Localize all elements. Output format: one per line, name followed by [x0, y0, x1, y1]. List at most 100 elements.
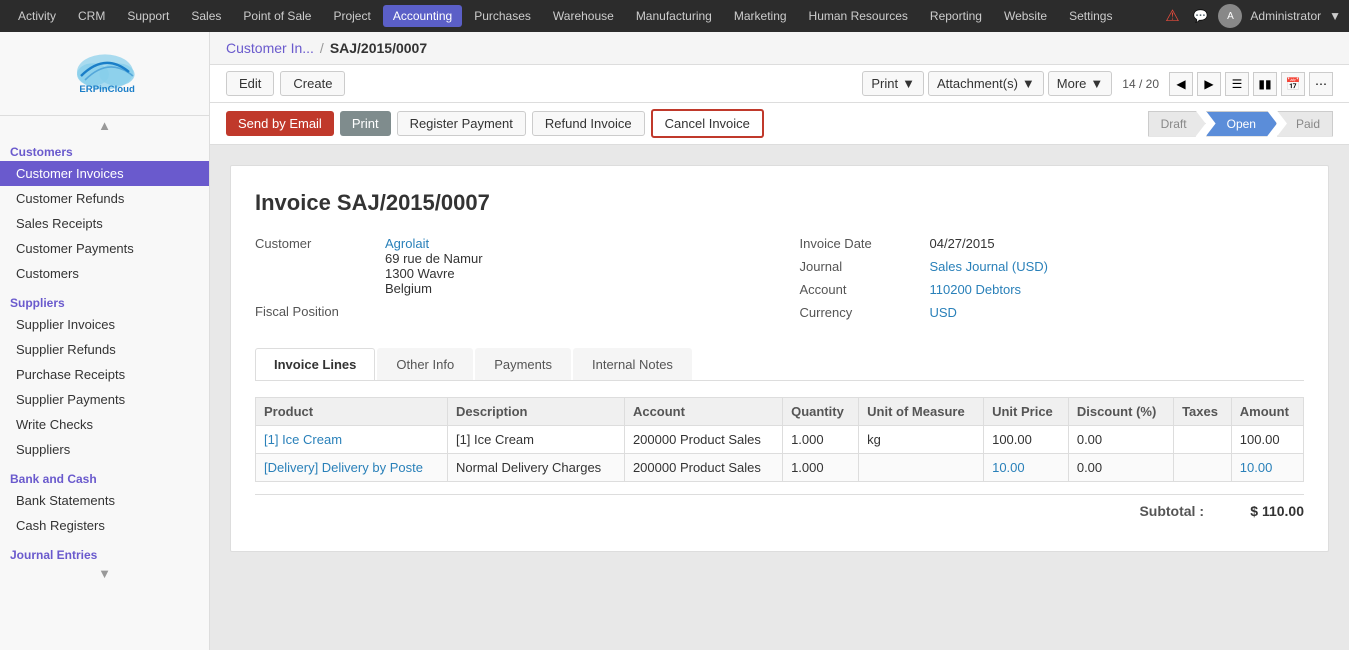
toolbar: Edit Create Print ▼ Attachment(s) ▼ More… [210, 65, 1349, 103]
sidebar-item-bank-statements[interactable]: Bank Statements [0, 488, 209, 513]
row1-product[interactable]: [1] Ice Cream [264, 432, 342, 447]
nav-item-activity[interactable]: Activity [8, 5, 66, 27]
nav-item-marketing[interactable]: Marketing [724, 5, 797, 27]
register-payment-button[interactable]: Register Payment [397, 111, 526, 136]
nav-item-project[interactable]: Project [323, 5, 380, 27]
row2-product[interactable]: [Delivery] Delivery by Poste [264, 460, 423, 475]
nav-item-sales[interactable]: Sales [181, 5, 231, 27]
subtotal-row: Subtotal : $ 110.00 [255, 494, 1304, 527]
row2-quantity: 1.000 [783, 454, 859, 482]
admin-dropdown-icon[interactable]: ▼ [1329, 9, 1341, 23]
more-dropdown-button[interactable]: More ▼ [1048, 71, 1113, 96]
attachments-dropdown-icon: ▼ [1022, 76, 1035, 91]
subtotal-value: $ 110.00 [1224, 503, 1304, 519]
print-dropdown-button[interactable]: Print ▼ [862, 71, 924, 96]
sidebar-section-bank: Bank and Cash [0, 466, 209, 488]
create-button[interactable]: Create [280, 71, 345, 96]
col-account: Account [624, 398, 782, 426]
sidebar-item-purchase-receipts[interactable]: Purchase Receipts [0, 362, 209, 387]
nav-item-crm[interactable]: CRM [68, 5, 115, 27]
sidebar-item-customer-invoices[interactable]: Customer Invoices [0, 161, 209, 186]
tab-invoice-lines[interactable]: Invoice Lines [255, 348, 375, 380]
row2-unit-price[interactable]: 10.00 [992, 460, 1025, 475]
sidebar-item-supplier-refunds[interactable]: Supplier Refunds [0, 337, 209, 362]
journal-value[interactable]: Sales Journal (USD) [930, 259, 1049, 274]
sidebar-section-suppliers: Suppliers [0, 290, 209, 312]
col-taxes: Taxes [1174, 398, 1232, 426]
col-quantity: Quantity [783, 398, 859, 426]
print-dropdown-icon: ▼ [902, 76, 915, 91]
sidebar-item-cash-registers[interactable]: Cash Registers [0, 513, 209, 538]
fiscal-position-label: Fiscal Position [255, 304, 385, 319]
nav-item-support[interactable]: Support [117, 5, 179, 27]
col-amount: Amount [1231, 398, 1303, 426]
chat-icon[interactable]: 💬 [1190, 6, 1210, 26]
sidebar-item-sales-receipts[interactable]: Sales Receipts [0, 211, 209, 236]
table-row: [Delivery] Delivery by Poste Normal Deli… [256, 454, 1304, 482]
nav-item-purchases[interactable]: Purchases [464, 5, 541, 27]
nav-item-website[interactable]: Website [994, 5, 1057, 27]
tab-internal-notes[interactable]: Internal Notes [573, 348, 692, 380]
sidebar-item-customer-payments[interactable]: Customer Payments [0, 236, 209, 261]
col-unit-price: Unit Price [984, 398, 1069, 426]
cancel-invoice-button[interactable]: Cancel Invoice [651, 109, 764, 138]
tab-other-info[interactable]: Other Info [377, 348, 473, 380]
row2-amount[interactable]: 10.00 [1240, 460, 1273, 475]
row1-description: [1] Ice Cream [447, 426, 624, 454]
avatar[interactable]: A [1218, 4, 1242, 28]
sidebar-item-suppliers[interactable]: Suppliers [0, 437, 209, 462]
customer-address1: 69 rue de Namur [385, 251, 483, 266]
breadcrumb-link[interactable]: Customer In... [226, 40, 314, 56]
attachments-dropdown-button[interactable]: Attachment(s) ▼ [928, 71, 1044, 96]
print-button[interactable]: Print [340, 111, 391, 136]
card-view-button[interactable]: ▮▮ [1253, 72, 1277, 96]
row1-taxes [1174, 426, 1232, 454]
nav-item-reporting[interactable]: Reporting [920, 5, 992, 27]
list-view-button[interactable]: ☰ [1225, 72, 1249, 96]
status-step-open[interactable]: Open [1206, 111, 1277, 137]
currency-value[interactable]: USD [930, 305, 957, 320]
invoice-title: Invoice SAJ/2015/0007 [255, 190, 1304, 216]
sidebar-scroll-down[interactable]: ▼ [0, 564, 209, 583]
row2-taxes [1174, 454, 1232, 482]
sidebar-item-customers[interactable]: Customers [0, 261, 209, 286]
sidebar-item-supplier-payments[interactable]: Supplier Payments [0, 387, 209, 412]
alert-icon[interactable]: ⚠ [1162, 6, 1182, 26]
sidebar-item-write-checks[interactable]: Write Checks [0, 412, 209, 437]
sidebar-item-customer-refunds[interactable]: Customer Refunds [0, 186, 209, 211]
nav-item-manufacturing[interactable]: Manufacturing [626, 5, 722, 27]
calendar-view-button[interactable]: 📅 [1281, 72, 1305, 96]
admin-label: Administrator [1250, 9, 1321, 23]
customer-name[interactable]: Agrolait [385, 236, 483, 251]
nav-item-warehouse[interactable]: Warehouse [543, 5, 624, 27]
status-step-paid[interactable]: Paid [1277, 111, 1333, 137]
sidebar-section-customers: Customers [0, 139, 209, 161]
row2-description: Normal Delivery Charges [447, 454, 624, 482]
currency-label: Currency [800, 305, 930, 320]
nav-item-hr[interactable]: Human Resources [799, 5, 918, 27]
col-uom: Unit of Measure [859, 398, 984, 426]
sidebar: ERPinCloud ▲ Customers Customer Invoices… [0, 32, 210, 650]
account-label: Account [800, 282, 930, 297]
prev-record-button[interactable]: ◀ [1169, 72, 1193, 96]
nav-item-pos[interactable]: Point of Sale [233, 5, 321, 27]
nav-item-accounting[interactable]: Accounting [383, 5, 462, 27]
row1-unit-price: 100.00 [984, 426, 1069, 454]
sidebar-item-supplier-invoices[interactable]: Supplier Invoices [0, 312, 209, 337]
send-email-button[interactable]: Send by Email [226, 111, 334, 136]
invoice-fields: Customer Agrolait 69 rue de Namur 1300 W… [255, 236, 1304, 328]
row2-discount: 0.00 [1068, 454, 1173, 482]
status-step-draft[interactable]: Draft [1148, 111, 1206, 137]
next-record-button[interactable]: ▶ [1197, 72, 1221, 96]
edit-button[interactable]: Edit [226, 71, 274, 96]
invoice-date-label: Invoice Date [800, 236, 930, 251]
tab-payments[interactable]: Payments [475, 348, 571, 380]
account-value[interactable]: 110200 Debtors [930, 282, 1022, 297]
sidebar-scroll-up[interactable]: ▲ [0, 116, 209, 135]
more-views-button[interactable]: ⋯ [1309, 72, 1333, 96]
row2-uom [859, 454, 984, 482]
refund-invoice-button[interactable]: Refund Invoice [532, 111, 645, 136]
breadcrumb: Customer In... / SAJ/2015/0007 [210, 32, 1349, 65]
invoice-tabs: Invoice Lines Other Info Payments Intern… [255, 348, 1304, 381]
nav-item-settings[interactable]: Settings [1059, 5, 1122, 27]
